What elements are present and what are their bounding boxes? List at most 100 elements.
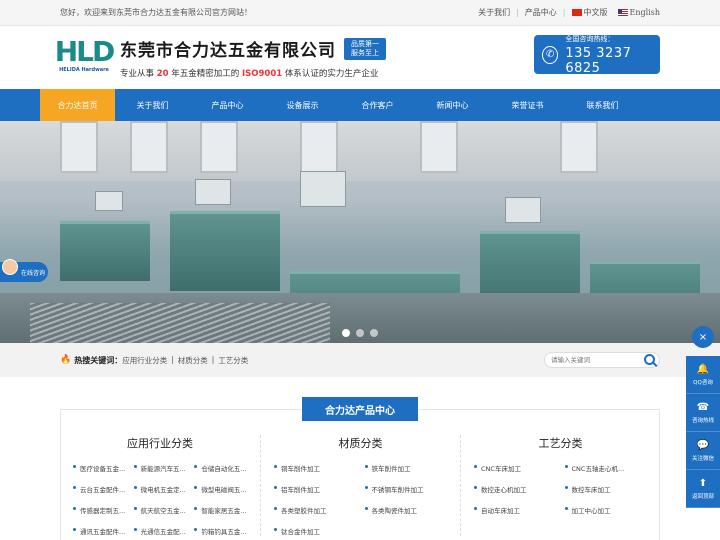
banner-screen (300, 171, 346, 207)
top-links: 关于我们 | 产品中心 | 中文版 English (478, 7, 660, 18)
logo-mark: HLD (54, 34, 116, 68)
top-link-about[interactable]: 关于我们 (478, 7, 510, 18)
banner-dot[interactable] (342, 329, 350, 337)
hotline-box[interactable]: ✆ 全国咨询热线： 135 3237 6825 (534, 35, 660, 76)
category-item[interactable]: 钓箱钓具五金... (193, 526, 248, 536)
phone-icon: ☎ (696, 401, 710, 413)
fire-icon: 🔥 (60, 355, 72, 365)
agent-avatar-icon (2, 259, 18, 275)
banner-window (130, 121, 168, 173)
category-item[interactable]: 加工中心加工 (564, 505, 649, 515)
company-logo[interactable]: HLD HELIDA Hardware (55, 36, 116, 79)
keywords-label: 热搜关键词： (74, 355, 123, 365)
category-item[interactable]: 不锈钢车削件加工 (364, 484, 449, 494)
lang-english-link[interactable]: English (617, 8, 661, 17)
nav-item-equipment[interactable]: 设备展示 (265, 89, 340, 121)
welcome-text: 您好，欢迎来到东莞市合力达五金有限公司官方网站！ (60, 8, 252, 17)
banner-screen (195, 179, 231, 205)
china-flag-icon (571, 9, 582, 16)
tagline-years: 20 (156, 69, 169, 79)
banner-dot[interactable] (356, 329, 364, 337)
category-item[interactable]: 铝车削件加工 (273, 484, 358, 494)
sidebar-item-wechat[interactable]: 💬 关注微信 (686, 432, 720, 470)
category-item[interactable]: 铁车削件加工 (364, 463, 449, 473)
banner-dot[interactable] (370, 329, 378, 337)
keyword-link-industry[interactable]: 应用行业分类 (122, 355, 167, 366)
tagline-mid: 年五金精密加工的 (171, 69, 240, 79)
keyword-link-material[interactable]: 材质分类 (178, 355, 208, 366)
category-column-process: 工艺分类 CNC车床加工 CNC五轴走心机... 数控走心机加工 数控车床加工自动车床… (460, 435, 660, 536)
category-item[interactable]: 云台五金配件... (72, 484, 127, 494)
product-center-title: 合力达产品中心 (302, 397, 418, 421)
category-item[interactable]: 微型电磁阀五... (193, 484, 248, 494)
search-input[interactable] (551, 356, 641, 364)
category-item[interactable]: CNC车床加工 (473, 463, 558, 473)
hot-keywords-bar: 🔥 热搜关键词： 应用行业分类 | 材质分类 | 工艺分类 (0, 343, 720, 377)
divider: | (516, 8, 519, 17)
category-item[interactable]: 通讯五金配件... (72, 526, 127, 536)
banner-window (60, 121, 98, 173)
category-item[interactable]: 数控走心机加工 (473, 484, 558, 494)
column-title: 工艺分类 (538, 437, 583, 450)
category-item[interactable]: CNC五轴走心机... (564, 463, 649, 473)
category-item[interactable]: 各类塑胶件加工 (273, 505, 358, 515)
category-item[interactable]: 航天航空五金... (133, 505, 188, 515)
banner-window (560, 121, 598, 173)
category-item[interactable]: 新能源汽车五... (133, 463, 188, 473)
sidebar-item-qq[interactable]: 🔔 QQ咨询 (686, 356, 720, 394)
nav-item-honors[interactable]: 荣誉证书 (490, 89, 565, 121)
divider: | (211, 354, 215, 364)
nav-item-contact[interactable]: 联系我们 (565, 89, 640, 121)
banner-window (200, 121, 238, 173)
category-item[interactable]: 医疗设备五金... (72, 463, 127, 473)
nav-item-news[interactable]: 新闻中心 (415, 89, 490, 121)
logo-subtitle: HELIDA Hardware (59, 66, 109, 73)
search-box (544, 352, 660, 368)
hero-banner[interactable] (0, 121, 720, 343)
banner-screen (95, 191, 123, 211)
tagline-pre: 专业从事 (120, 69, 155, 79)
category-item[interactable]: 铜车削件加工 (273, 463, 358, 473)
nav-item-about[interactable]: 关于我们 (115, 89, 190, 121)
nav-item-clients[interactable]: 合作客户 (340, 89, 415, 121)
tagline-iso: ISO9001 (241, 69, 283, 79)
arrow-up-icon: ⬆ (698, 477, 708, 489)
lang-en-label: English (629, 8, 661, 17)
banner-machine (170, 211, 280, 291)
banner-rods (30, 303, 330, 343)
category-list: CNC车床加工 CNC五轴走心机... 数控走心机加工 数控车床加工自动车床加工 加工中… (473, 463, 648, 515)
online-service-label: 在线咨询 (21, 269, 46, 277)
category-item[interactable]: 仓储自动化五... (193, 463, 248, 473)
category-item[interactable]: 微电机五金定... (133, 484, 188, 494)
category-column-industry: 应用行业分类 医疗设备五金... 新能源汽车五... 仓储自动化五... 云台五金配件… (60, 435, 260, 536)
nav-item-products[interactable]: 产品中心 (190, 89, 265, 121)
lang-chinese-link[interactable]: 中文版 (571, 7, 608, 18)
category-item[interactable]: 智能家居五金... (193, 505, 248, 515)
keyword-links: 应用行业分类 | 材质分类 | 工艺分类 (122, 355, 248, 366)
nav-item-home[interactable]: 合力达首页 (40, 89, 115, 121)
site-header: HLD HELIDA Hardware 东莞市合力达五金有限公司 品质第一 服务… (0, 26, 720, 89)
banner-window (300, 121, 338, 173)
keyword-link-process[interactable]: 工艺分类 (218, 355, 248, 366)
sidebar-item-label: 返回顶部 (691, 493, 714, 500)
online-service-button[interactable]: 在线咨询 (0, 259, 48, 282)
top-link-products[interactable]: 产品中心 (525, 7, 557, 18)
wechat-icon: 💬 (696, 439, 710, 451)
floating-sidebar: × 🔔 QQ咨询 ☎ 咨询热线 💬 关注微信 ⬆ 返回顶部 (686, 326, 720, 508)
close-icon[interactable]: × (692, 326, 714, 348)
category-item[interactable]: 自动车床加工 (473, 505, 558, 515)
sidebar-item-back-to-top[interactable]: ⬆ 返回顶部 (686, 470, 720, 508)
tagline-post: 体系认证的实力生产企业 (284, 69, 379, 79)
banner-ceiling (0, 121, 720, 181)
category-item[interactable]: 数控车床加工 (564, 484, 649, 494)
banner-machine (60, 221, 150, 281)
sidebar-item-hotline[interactable]: ☎ 咨询热线 (686, 394, 720, 432)
category-item[interactable]: 钛合金件加工 (273, 526, 358, 536)
main-nav: 合力达首页 关于我们 产品中心 设备展示 合作客户 新闻中心 荣誉证书 联系我们 (0, 89, 720, 121)
search-icon[interactable] (644, 354, 655, 365)
bell-icon: 🔔 (696, 363, 710, 375)
category-item[interactable]: 传感器定制五... (72, 505, 127, 515)
sidebar-item-label: 关注微信 (691, 455, 714, 462)
category-item[interactable]: 光通信五金配... (133, 526, 188, 536)
category-item[interactable]: 各类陶瓷件加工 (364, 505, 449, 515)
